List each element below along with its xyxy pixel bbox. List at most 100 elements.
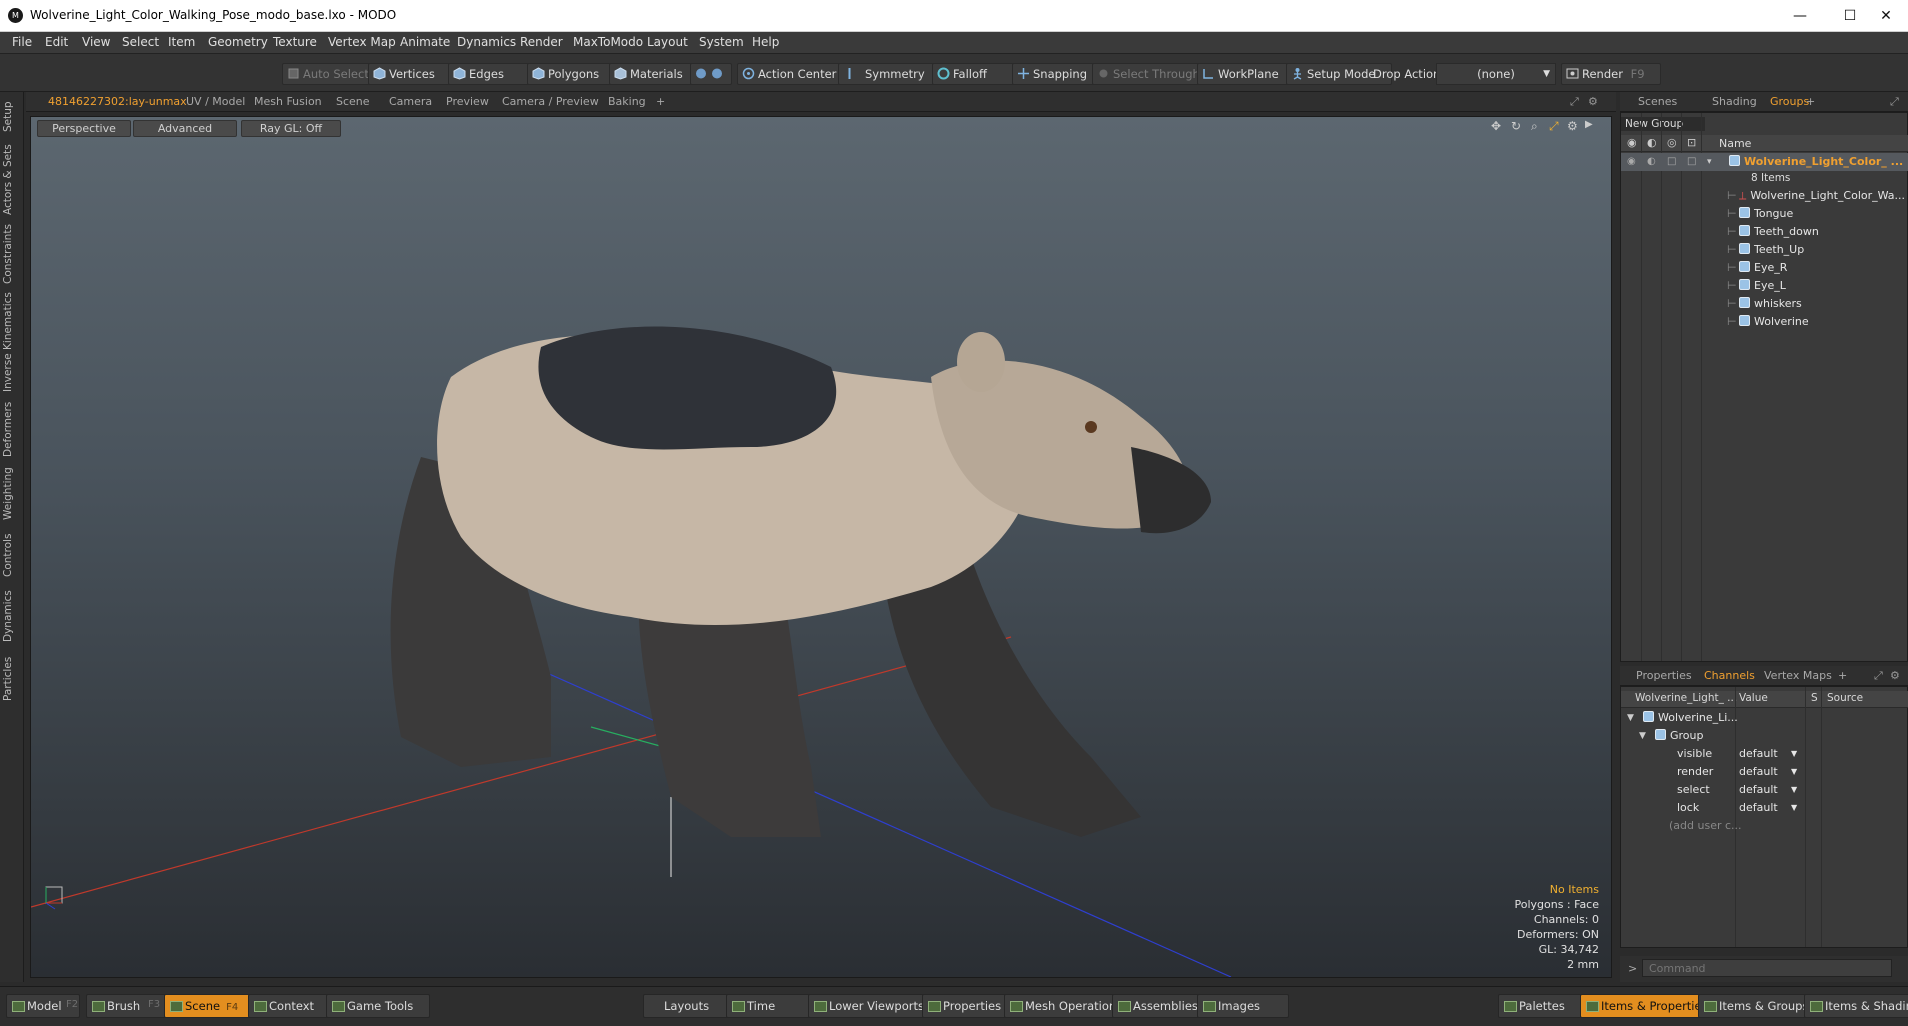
- menu-view[interactable]: View: [82, 35, 110, 49]
- left-tab-particles[interactable]: Particles: [2, 652, 22, 706]
- select-through-button[interactable]: Select Through: [1092, 63, 1210, 85]
- tab-baking[interactable]: Baking: [608, 95, 646, 108]
- lower-viewports-button[interactable]: Lower Viewports: [808, 994, 940, 1018]
- menu-select[interactable]: Select: [122, 35, 159, 49]
- menu-file[interactable]: File: [12, 35, 32, 49]
- add-tab-button[interactable]: +: [656, 95, 665, 108]
- lock-icon[interactable]: ⊡: [1687, 136, 1696, 149]
- menu-layout[interactable]: Layout: [647, 35, 688, 49]
- chevron-down-icon[interactable]: ▼: [1791, 799, 1797, 817]
- selection-sets-button[interactable]: [690, 63, 732, 85]
- eye-icon[interactable]: ◉: [1627, 136, 1637, 149]
- channel-row[interactable]: select default ▼: [1621, 781, 1908, 799]
- game-tools-layout-button[interactable]: Game Tools: [326, 994, 430, 1018]
- channels-expand-icon[interactable]: ⤢: [1874, 669, 1883, 683]
- channel-value[interactable]: default: [1739, 763, 1778, 781]
- tab-groups[interactable]: Groups: [1770, 95, 1809, 108]
- tab-scene[interactable]: Scene: [336, 95, 370, 108]
- command-input[interactable]: [1642, 959, 1892, 977]
- action-center-button[interactable]: Action Center: [737, 63, 853, 85]
- tab-camera[interactable]: Camera: [389, 95, 432, 108]
- 3d-viewport[interactable]: Perspective Advanced Ray GL: Off ✥ ↻ ⌕ ⤢…: [30, 116, 1612, 978]
- add-panel-tab-button[interactable]: +: [1806, 95, 1815, 108]
- tab-shading[interactable]: Shading: [1712, 95, 1757, 108]
- items-shading-button[interactable]: Items & Shading: [1804, 994, 1908, 1018]
- group-item-row[interactable]: ⊢ ⟂ Wolverine_Light_Color_Wa...: [1621, 187, 1908, 205]
- menu-help[interactable]: Help: [752, 35, 779, 49]
- group-item-row[interactable]: ⊢ Teeth_Up: [1621, 241, 1908, 259]
- channel-row[interactable]: render default ▼: [1621, 763, 1908, 781]
- channel-row[interactable]: visible default ▼: [1621, 745, 1908, 763]
- tab-mesh-fusion[interactable]: Mesh Fusion: [254, 95, 322, 108]
- left-tab-constraints[interactable]: Constraints: [2, 224, 22, 284]
- channel-item-row[interactable]: ▼ Wolverine_Li...: [1621, 709, 1908, 727]
- menu-system[interactable]: System: [699, 35, 744, 49]
- menu-dynamics[interactable]: Dynamics: [457, 35, 516, 49]
- group-item-row[interactable]: ⊢ Wolverine: [1621, 313, 1908, 331]
- materials-button[interactable]: Materials: [609, 63, 703, 85]
- menu-item[interactable]: Item: [168, 35, 195, 49]
- tab-camera-preview[interactable]: Camera / Preview: [502, 95, 599, 108]
- minimize-button[interactable]: —: [1780, 4, 1820, 28]
- tab-channels[interactable]: Channels: [1704, 669, 1755, 682]
- tab-vertex-maps[interactable]: Vertex Maps: [1764, 669, 1832, 682]
- menu-texture[interactable]: Texture: [273, 35, 317, 49]
- collapse-arrow-icon[interactable]: ▼: [1627, 709, 1634, 727]
- edges-button[interactable]: Edges: [448, 63, 530, 85]
- left-tab-deformers[interactable]: Deformers: [2, 400, 22, 458]
- vertices-button[interactable]: Vertices: [368, 63, 458, 85]
- tab-properties[interactable]: Properties: [1636, 669, 1692, 682]
- channel-value[interactable]: default: [1739, 781, 1778, 799]
- group-item-row[interactable]: ⊢ Tongue: [1621, 205, 1908, 223]
- select-toggle-icon[interactable]: ◎: [1667, 136, 1677, 149]
- channel-value[interactable]: default: [1739, 745, 1778, 763]
- group-item-row[interactable]: ⊢ whiskers: [1621, 295, 1908, 313]
- group-item-row[interactable]: ⊢ Eye_L: [1621, 277, 1908, 295]
- menu-edit[interactable]: Edit: [45, 35, 68, 49]
- expand-icon[interactable]: ⤢: [1570, 95, 1579, 109]
- add-user-channel-row[interactable]: (add user c...: [1621, 817, 1908, 835]
- menu-render[interactable]: Render: [520, 35, 563, 49]
- tab-uv-model[interactable]: UV / Model: [186, 95, 245, 108]
- menu-vertex-map[interactable]: Vertex Map: [328, 35, 396, 49]
- gear-icon[interactable]: ⚙: [1588, 95, 1598, 108]
- menu-animate[interactable]: Animate: [400, 35, 450, 49]
- add-channel-tab-button[interactable]: +: [1838, 669, 1847, 682]
- s-header[interactable]: S: [1811, 692, 1818, 704]
- tab-lay-unmax[interactable]: 48146227302:lay-unmax: [48, 95, 187, 108]
- new-group-button[interactable]: New Group: [1621, 117, 1705, 131]
- maximize-button[interactable]: ☐: [1830, 4, 1870, 28]
- tab-preview[interactable]: Preview: [446, 95, 489, 108]
- render-button[interactable]: Render F9: [1561, 63, 1661, 85]
- channels-gear-icon[interactable]: ⚙: [1890, 669, 1900, 682]
- menu-geometry[interactable]: Geometry: [208, 35, 268, 49]
- render-toggle-icon[interactable]: ◐: [1647, 136, 1657, 149]
- polygons-button[interactable]: Polygons: [527, 63, 621, 85]
- tab-scenes[interactable]: Scenes: [1638, 95, 1677, 108]
- channel-row[interactable]: lock default ▼: [1621, 799, 1908, 817]
- channel-group-row[interactable]: ▼ Group: [1621, 727, 1908, 745]
- left-tab-inverse-kinematics[interactable]: Inverse Kinematics: [2, 292, 22, 392]
- left-tab-actors-sets[interactable]: Actors & Sets: [2, 144, 22, 216]
- chevron-down-icon[interactable]: ▼: [1791, 745, 1797, 763]
- left-tab-weighting[interactable]: Weighting: [2, 466, 22, 522]
- chevron-down-icon[interactable]: ▼: [1791, 763, 1797, 781]
- source-header[interactable]: Source: [1827, 692, 1863, 704]
- panel-expand-icon[interactable]: ⤢: [1890, 95, 1899, 109]
- images-button[interactable]: Images: [1197, 994, 1289, 1018]
- group-item-row[interactable]: ⊢ Teeth_down: [1621, 223, 1908, 241]
- menu-maxtomodo[interactable]: MaxToModo: [573, 35, 643, 49]
- close-button[interactable]: ✕: [1866, 4, 1906, 28]
- left-tab-dynamics[interactable]: Dynamics: [2, 588, 22, 644]
- items-properties-button[interactable]: Items & Properties: [1580, 994, 1716, 1018]
- left-tab-controls[interactable]: Controls: [2, 530, 22, 580]
- channel-value[interactable]: default: [1739, 799, 1778, 817]
- name-column-header[interactable]: Name: [1719, 137, 1751, 150]
- left-tab-setup[interactable]: Setup: [2, 98, 22, 136]
- collapse-arrow-icon[interactable]: ▼: [1639, 727, 1646, 745]
- chevron-down-icon[interactable]: ▼: [1791, 781, 1797, 799]
- channel-name-header[interactable]: Wolverine_Light_ ...: [1635, 692, 1737, 704]
- group-item-row[interactable]: ⊢ Eye_R: [1621, 259, 1908, 277]
- drop-action-select[interactable]: (none) ▼: [1436, 63, 1556, 85]
- value-header[interactable]: Value: [1739, 692, 1768, 704]
